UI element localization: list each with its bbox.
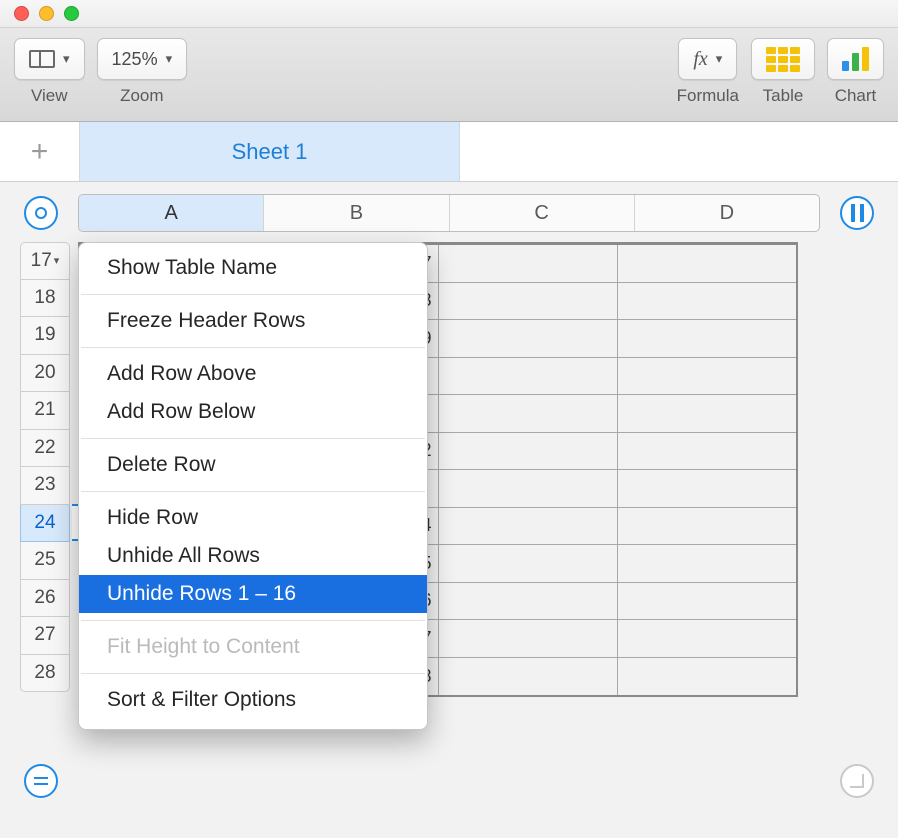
zoom-window-button[interactable] <box>64 6 79 21</box>
chevron-down-icon: ▾ <box>63 51 70 67</box>
row-header-26[interactable]: 26 <box>20 580 70 618</box>
add-column-handle[interactable] <box>840 196 874 230</box>
menu-delete-row[interactable]: Delete Row <box>79 446 427 484</box>
cell[interactable] <box>618 320 796 357</box>
row-header-21[interactable]: 21 <box>20 392 70 430</box>
cell[interactable] <box>618 508 796 545</box>
menu-unhide-rows-range[interactable]: Unhide Rows 1 – 16 <box>79 575 427 613</box>
row-header-18[interactable]: 18 <box>20 280 70 318</box>
cell[interactable] <box>439 320 618 357</box>
chart-icon <box>842 47 869 71</box>
close-window-button[interactable] <box>14 6 29 21</box>
menu-hide-row[interactable]: Hide Row <box>79 499 427 537</box>
cell[interactable] <box>439 358 618 395</box>
chart-button[interactable] <box>827 38 884 80</box>
sheet-tab[interactable]: Sheet 1 <box>80 122 460 181</box>
row-header-24[interactable]: 24 <box>20 505 70 543</box>
cell[interactable] <box>439 545 618 582</box>
row-context-menu: Show Table Name Freeze Header Rows Add R… <box>78 242 428 730</box>
row-header-25[interactable]: 25 <box>20 542 70 580</box>
row-header-23[interactable]: 23 <box>20 467 70 505</box>
column-header-B[interactable]: B <box>264 195 449 231</box>
menu-add-row-above[interactable]: Add Row Above <box>79 355 427 393</box>
circle-icon <box>35 207 47 219</box>
menu-separator <box>81 620 425 621</box>
table-icon <box>766 47 800 72</box>
cell[interactable] <box>618 470 796 507</box>
formula-button[interactable]: fx ▾ <box>678 38 737 80</box>
chevron-down-icon: ▾ <box>716 51 723 67</box>
corner-icon <box>850 774 864 788</box>
zoom-button[interactable]: 125% ▾ <box>97 38 188 80</box>
row-number: 17 <box>31 250 52 272</box>
menu-freeze-header-rows[interactable]: Freeze Header Rows <box>79 302 427 340</box>
menu-show-table-name[interactable]: Show Table Name <box>79 249 427 287</box>
cell[interactable] <box>618 245 796 282</box>
cell[interactable] <box>618 358 796 395</box>
cell[interactable] <box>439 433 618 470</box>
zoom-label: Zoom <box>120 86 163 106</box>
cell[interactable] <box>439 245 618 282</box>
cell[interactable] <box>618 658 796 696</box>
chevron-down-icon: ▾ <box>54 254 60 267</box>
menu-separator <box>81 347 425 348</box>
cell[interactable] <box>618 583 796 620</box>
row-header-22[interactable]: 22 <box>20 430 70 468</box>
menu-separator <box>81 491 425 492</box>
chart-label: Chart <box>835 86 877 106</box>
cell[interactable] <box>439 583 618 620</box>
toolbar: ▾ View 125% ▾ Zoom fx ▾ Formula Table Ch… <box>0 28 898 122</box>
row-header-19[interactable]: 19 <box>20 317 70 355</box>
minimize-window-button[interactable] <box>39 6 54 21</box>
menu-separator <box>81 673 425 674</box>
table-label: Table <box>763 86 804 106</box>
cell[interactable] <box>439 283 618 320</box>
plus-icon: + <box>31 135 49 169</box>
menu-separator <box>81 294 425 295</box>
chevron-down-icon: ▾ <box>166 51 173 67</box>
columns-icon <box>851 204 864 222</box>
row-headers: 17 ▾ 18 19 20 21 22 23 24 25 26 27 28 <box>20 242 70 692</box>
zoom-value: 125% <box>112 49 158 70</box>
cell[interactable] <box>439 395 618 432</box>
table-button[interactable] <box>751 38 815 80</box>
row-header-20[interactable]: 20 <box>20 355 70 393</box>
column-header-A[interactable]: A <box>79 195 264 231</box>
row-header-27[interactable]: 27 <box>20 617 70 655</box>
add-row-handle[interactable] <box>24 764 58 798</box>
cell[interactable] <box>618 395 796 432</box>
resize-table-handle[interactable] <box>840 764 874 798</box>
cell[interactable] <box>618 620 796 657</box>
menu-add-row-below[interactable]: Add Row Below <box>79 393 427 431</box>
menu-fit-height: Fit Height to Content <box>79 628 427 666</box>
cell[interactable] <box>439 470 618 507</box>
fx-icon: fx <box>693 48 707 71</box>
column-headers: A B C D <box>78 194 820 232</box>
cell[interactable] <box>618 283 796 320</box>
cell[interactable] <box>439 620 618 657</box>
add-sheet-button[interactable]: + <box>0 122 80 181</box>
menu-sort-filter[interactable]: Sort & Filter Options <box>79 681 427 719</box>
cell[interactable] <box>618 433 796 470</box>
window-titlebar <box>0 0 898 28</box>
formula-label: Formula <box>677 86 739 106</box>
menu-separator <box>81 438 425 439</box>
sidebar-icon <box>29 50 55 68</box>
sheet-tab-bar: + Sheet 1 <box>0 122 898 182</box>
column-header-C[interactable]: C <box>450 195 635 231</box>
cell[interactable] <box>439 658 618 696</box>
menu-unhide-all-rows[interactable]: Unhide All Rows <box>79 537 427 575</box>
cell[interactable] <box>439 508 618 545</box>
view-label: View <box>31 86 68 106</box>
rows-icon <box>34 777 48 785</box>
spreadsheet-canvas: A B C D 17 ▾ 18 19 20 21 22 23 24 25 26 … <box>0 182 898 838</box>
row-header-28[interactable]: 28 <box>20 655 70 693</box>
sheet-tab-label: Sheet 1 <box>232 139 308 165</box>
cell[interactable] <box>618 545 796 582</box>
view-button[interactable]: ▾ <box>14 38 85 80</box>
table-handle-top-left[interactable] <box>24 196 58 230</box>
row-header-17[interactable]: 17 ▾ <box>20 242 70 280</box>
column-header-D[interactable]: D <box>635 195 819 231</box>
